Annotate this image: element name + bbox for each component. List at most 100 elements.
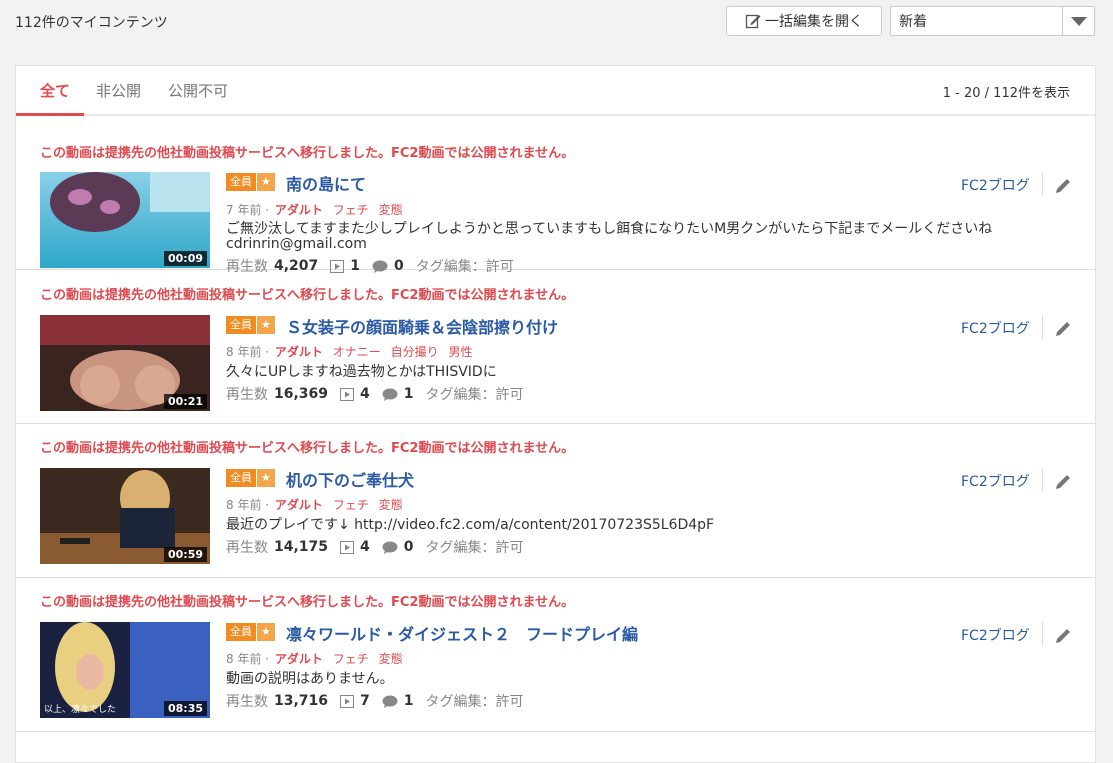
clip-icon — [340, 540, 355, 554]
video-description: ご無沙汰してますまた少しプレイしようかと思っていますもし餌食になりたいM男クンが… — [226, 221, 993, 252]
video-age: 8 年前 · — [226, 498, 270, 512]
migration-notice: この動画は提携先の他社動画投稿サービスへ移行しました。FC2動画では公開されませ… — [40, 441, 575, 456]
tab-all[interactable]: 全て — [40, 80, 70, 101]
video-description: 最近のプレイです↓ http://video.fc2.com/a/content… — [226, 517, 715, 533]
views-count: 13,716 — [274, 693, 329, 709]
star-icon: ★ — [256, 469, 275, 487]
list-item: この動画は提携先の他社動画投稿サービスへ移行しました。FC2動画では公開されませ… — [16, 424, 1095, 578]
list-item: この動画は提携先の他社動画投稿サービスへ移行しました。FC2動画では公開されませ… — [16, 578, 1095, 732]
pencil-icon[interactable] — [1054, 177, 1072, 195]
tab-unpublishable[interactable]: 公開不可 — [168, 80, 228, 101]
video-age: 7 年前 · — [226, 203, 270, 217]
bulk-edit-button[interactable]: 一括編集を開く — [726, 6, 882, 36]
video-stats: 再生数 14,175 4 0 タグ編集：許可 — [226, 537, 524, 557]
video-tag[interactable]: 変態 — [379, 203, 403, 217]
views-label: 再生数 — [226, 540, 268, 556]
views-label: 再生数 — [226, 387, 268, 403]
views-count: 14,175 — [274, 539, 329, 555]
star-icon: ★ — [256, 316, 275, 334]
fc2-blog-link[interactable]: FC2ブログ — [961, 471, 1030, 491]
list-item: この動画は提携先の他社動画投稿サービスへ移行しました。FC2動画では公開されませ… — [16, 116, 1095, 275]
video-duration: 08:35 — [163, 701, 207, 716]
bulk-edit-label: 一括編集を開く — [765, 14, 863, 30]
top-bar: 112件のマイコンテンツ 一括編集を開く 新着 — [0, 0, 1113, 56]
divider — [1042, 172, 1043, 196]
fc2-blog-link[interactable]: FC2ブログ — [961, 175, 1030, 195]
clips-count: 4 — [360, 539, 370, 555]
video-category[interactable]: アダルト — [275, 498, 323, 512]
sort-selected-value: 新着 — [899, 14, 927, 30]
star-icon: ★ — [256, 623, 275, 641]
video-title[interactable]: Ｓ女装子の顔面騎乗＆会陰部擦り付け — [286, 314, 558, 338]
tag-edit-status: タグ編集：許可 — [425, 540, 524, 556]
comment-icon — [382, 695, 398, 708]
video-title[interactable]: 南の島にて — [286, 171, 366, 195]
video-tag[interactable]: 男性 — [448, 345, 472, 359]
clip-icon — [340, 387, 355, 401]
video-age: 8 年前 · — [226, 345, 270, 359]
audience-badge: 全員 ★ — [226, 469, 275, 487]
video-tag[interactable]: 自分撮り — [391, 345, 439, 359]
video-tag[interactable]: フェチ — [333, 498, 369, 512]
audience-badge: 全員 ★ — [226, 173, 275, 191]
video-tag[interactable]: オナニー — [333, 345, 381, 359]
audience-label: 全員 — [226, 469, 256, 487]
migration-notice: この動画は提携先の他社動画投稿サービスへ移行しました。FC2動画では公開されませ… — [40, 595, 575, 610]
video-thumbnail[interactable]: 00:59 — [40, 468, 210, 564]
sort-select[interactable]: 新着 — [890, 6, 1095, 36]
migration-notice: この動画は提携先の他社動画投稿サービスへ移行しました。FC2動画では公開されませ… — [40, 288, 575, 303]
video-meta: 8 年前 · アダルト オナニー 自分撮り 男性 — [226, 343, 472, 360]
audience-label: 全員 — [226, 173, 256, 191]
video-category[interactable]: アダルト — [275, 203, 323, 217]
clip-icon — [340, 694, 355, 708]
comment-icon — [382, 541, 398, 554]
tab-private[interactable]: 非公開 — [96, 80, 141, 101]
list-item: この動画は提携先の他社動画投稿サービスへ移行しました。FC2動画では公開されませ… — [16, 270, 1095, 424]
audience-badge: 全員 ★ — [226, 623, 275, 641]
video-thumbnail[interactable]: 00:09 — [40, 172, 210, 268]
video-stats: 再生数 16,369 4 1 タグ編集：許可 — [226, 384, 524, 404]
comments-count: 1 — [403, 693, 414, 709]
video-description: 動画の説明はありません。 — [226, 671, 394, 687]
fc2-blog-link[interactable]: FC2ブログ — [961, 318, 1030, 338]
video-age: 8 年前 · — [226, 652, 270, 666]
chevron-down-icon[interactable] — [1062, 7, 1094, 35]
edit-icon — [745, 14, 761, 29]
video-category[interactable]: アダルト — [275, 652, 323, 666]
pencil-icon[interactable] — [1054, 320, 1072, 338]
video-description: 久々にUPしますね過去物とかはTHISVIDに — [226, 364, 497, 380]
video-meta: 8 年前 · アダルト フェチ 変態 — [226, 496, 403, 513]
video-meta: 8 年前 · アダルト フェチ 変態 — [226, 650, 403, 667]
tag-edit-status: タグ編集：許可 — [425, 694, 524, 710]
audience-label: 全員 — [226, 316, 256, 334]
video-tag[interactable]: フェチ — [333, 203, 369, 217]
thumbnail-caption: 以上、凛々でした — [44, 705, 117, 715]
views-label: 再生数 — [226, 694, 268, 710]
video-thumbnail[interactable]: 以上、凛々でした 08:35 — [40, 622, 210, 718]
views-count: 16,369 — [274, 386, 329, 402]
content-count-title: 112件のマイコンテンツ — [15, 15, 168, 31]
comments-count: 1 — [403, 386, 414, 402]
pencil-icon[interactable] — [1054, 627, 1072, 645]
video-title[interactable]: 凛々ワールド・ダイジェスト２ フードプレイ編 — [286, 621, 638, 645]
divider — [1042, 315, 1043, 339]
audience-badge: 全員 ★ — [226, 316, 275, 334]
video-tag[interactable]: 変態 — [379, 498, 403, 512]
video-duration: 00:21 — [163, 394, 207, 409]
divider — [1042, 468, 1043, 492]
fc2-blog-link[interactable]: FC2ブログ — [961, 625, 1030, 645]
video-stats: 再生数 13,716 7 1 タグ編集：許可 — [226, 691, 524, 711]
video-tag[interactable]: フェチ — [333, 652, 369, 666]
result-range: 1 - 20 / 112件を表示 — [942, 86, 1070, 101]
comment-icon — [382, 388, 398, 401]
video-title[interactable]: 机の下のご奉仕犬 — [286, 467, 414, 491]
tag-edit-status: タグ編集：許可 — [425, 387, 524, 403]
clips-count: 4 — [360, 386, 370, 402]
comments-count: 0 — [403, 539, 414, 555]
tab-bar: 全て 非公開 公開不可 1 - 20 / 112件を表示 — [16, 66, 1095, 116]
video-category[interactable]: アダルト — [275, 345, 323, 359]
video-tag[interactable]: 変態 — [379, 652, 403, 666]
video-thumbnail[interactable]: 00:21 — [40, 315, 210, 411]
pencil-icon[interactable] — [1054, 473, 1072, 491]
content-panel: 全て 非公開 公開不可 1 - 20 / 112件を表示 この動画は提携先の他社… — [15, 65, 1096, 763]
